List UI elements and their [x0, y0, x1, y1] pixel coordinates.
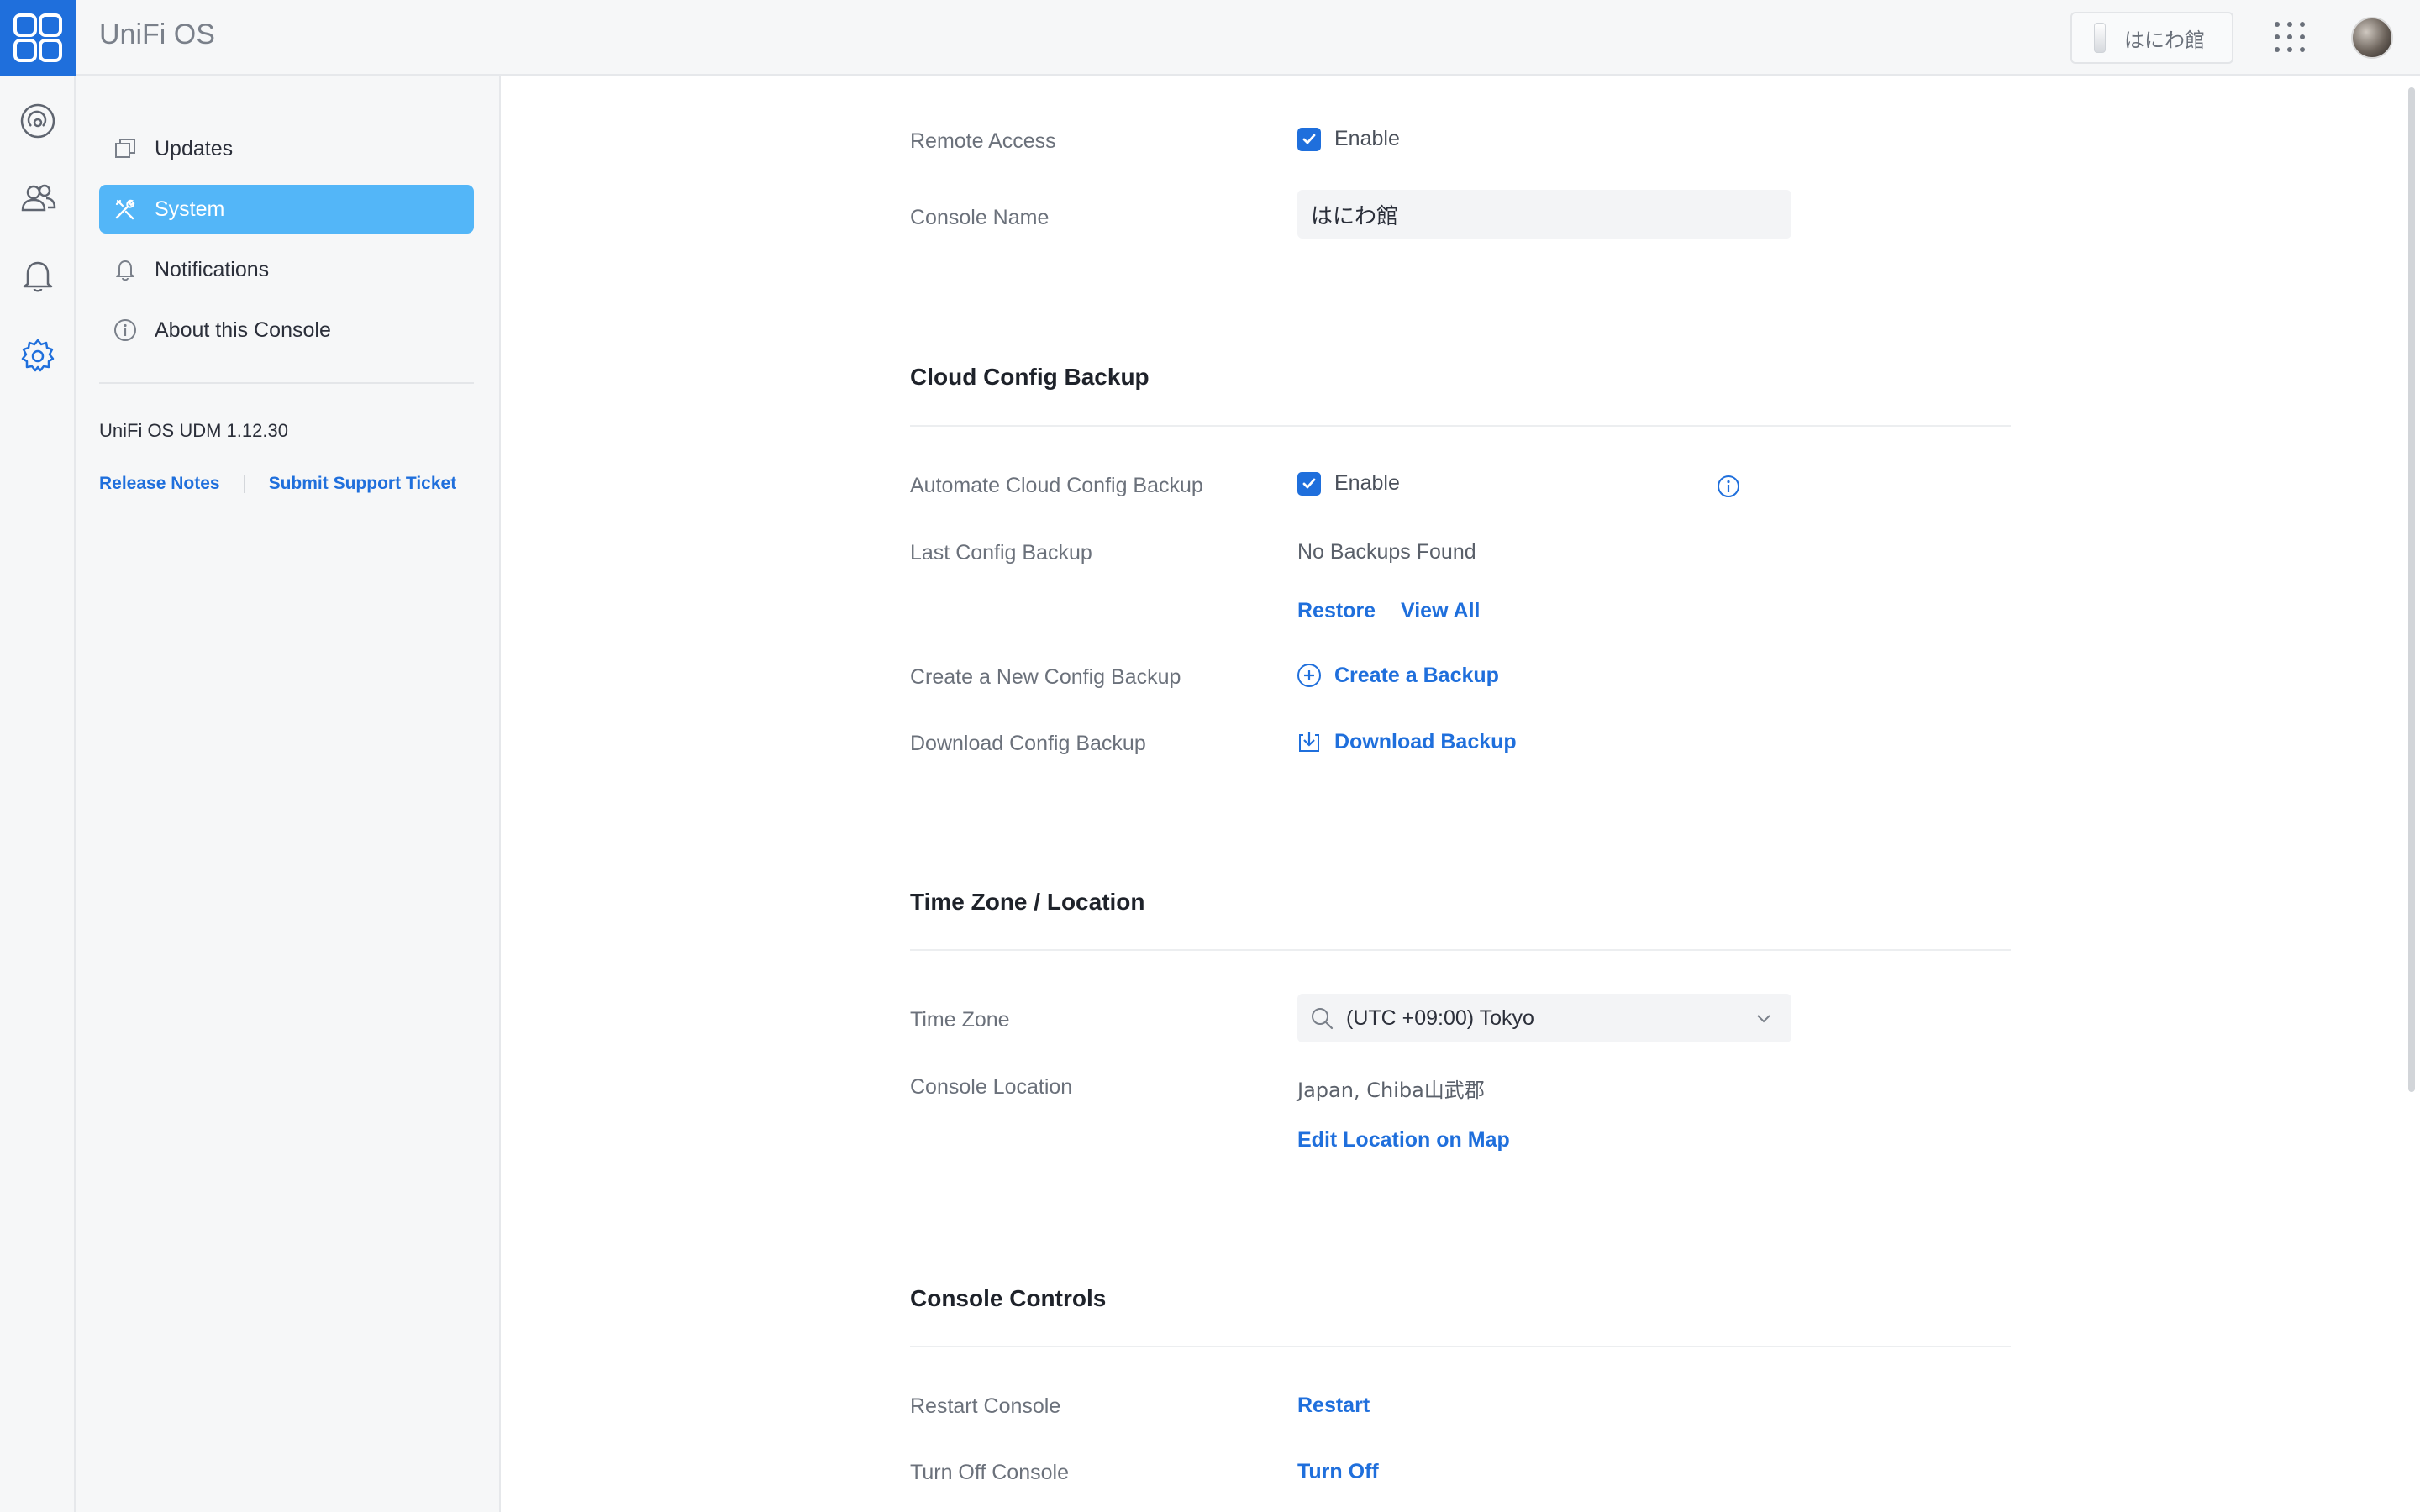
menu-item-label: About this Console — [155, 318, 331, 342]
timezone-value: (UTC +09:00) Tokyo — [1346, 1005, 1534, 1030]
restart-link[interactable]: Restart — [1297, 1394, 1370, 1418]
download-backup-button[interactable]: Download Backup — [1296, 728, 1517, 755]
menu-item-about[interactable]: About this Console — [99, 306, 474, 354]
users-icon[interactable] — [18, 178, 58, 218]
console-device-icon — [2094, 23, 2106, 53]
menu-item-notifications[interactable]: Notifications — [99, 245, 474, 294]
info-icon — [114, 319, 136, 341]
timezone-title: Time Zone / Location — [910, 889, 1145, 915]
section-divider — [910, 1346, 2011, 1347]
remote-access-checkbox-label: Enable — [1334, 127, 1400, 150]
create-backup-label-text: Create a Backup — [1334, 663, 1499, 687]
turn-off-link[interactable]: Turn Off — [1297, 1460, 1379, 1484]
checkmark-icon — [1302, 478, 1316, 488]
automate-backup-toggle[interactable]: Enable — [1297, 471, 1400, 496]
support-ticket-link[interactable]: Submit Support Ticket — [269, 474, 457, 494]
release-notes-link[interactable]: Release Notes — [99, 474, 220, 494]
menu-item-updates[interactable]: Updates — [99, 124, 474, 173]
chevron-down-icon — [1757, 1015, 1770, 1023]
restart-console-label: Restart Console — [910, 1394, 1061, 1418]
console-location-value: Japan, Chiba山武郡 — [1297, 1079, 1485, 1102]
console-name-label: Console Name — [910, 206, 1050, 229]
app-title: UniFi OS — [99, 18, 215, 50]
remote-access-checkbox[interactable] — [1297, 127, 1321, 151]
download-backup-label-text: Download Backup — [1334, 729, 1517, 753]
menu-item-system[interactable]: System — [99, 185, 474, 234]
checkmark-icon — [1302, 134, 1316, 144]
settings-menu: Updates System Notifications About this … — [76, 76, 501, 1512]
top-bar: UniFi OS はにわ館 — [0, 0, 2420, 76]
grid-logo-icon — [13, 13, 62, 62]
os-version: UniFi OS UDM 1.12.30 — [99, 420, 288, 441]
create-backup-label: Create a New Config Backup — [910, 665, 1181, 689]
icon-rail — [0, 76, 76, 1512]
last-backup-value: No Backups Found — [1297, 540, 1476, 564]
user-avatar[interactable] — [2351, 17, 2393, 59]
bell-icon — [116, 260, 134, 281]
bell-icon[interactable] — [18, 255, 58, 296]
gear-icon[interactable] — [18, 336, 58, 376]
console-selector-label: はにわ館 — [2124, 28, 2205, 52]
unifi-network-icon[interactable] — [18, 101, 58, 141]
section-divider — [910, 949, 2011, 951]
timezone-select[interactable]: (UTC +09:00) Tokyo — [1297, 994, 1791, 1042]
apps-grid-icon[interactable] — [2273, 20, 2307, 54]
timezone-label: Time Zone — [910, 1008, 1010, 1032]
automate-backup-label: Automate Cloud Config Backup — [910, 474, 1203, 497]
console-selector[interactable]: はにわ館 — [2070, 12, 2233, 64]
menu-item-label: Updates — [155, 136, 234, 160]
menu-links: Release Notes Submit Support Ticket — [99, 474, 456, 494]
plus-circle-icon — [1297, 664, 1321, 687]
section-divider — [910, 425, 2011, 427]
info-icon[interactable] — [1717, 475, 1740, 498]
edit-location-link[interactable]: Edit Location on Map — [1297, 1128, 1510, 1152]
search-icon — [1312, 1008, 1334, 1030]
console-controls-title: Console Controls — [910, 1285, 1107, 1311]
tools-icon — [115, 199, 135, 220]
system-settings-panel: Remote Access Enable Console Name Cloud … — [501, 76, 2420, 1512]
restore-link[interactable]: Restore — [1297, 599, 1376, 623]
menu-item-label: System — [155, 197, 225, 221]
updates-icon — [115, 139, 135, 158]
scrollbar[interactable] — [2408, 87, 2415, 1092]
menu-item-label: Notifications — [155, 257, 270, 281]
menu-divider — [99, 382, 474, 384]
cloud-backup-title: Cloud Config Backup — [910, 364, 1150, 390]
link-separator — [243, 475, 245, 493]
turn-off-console-label: Turn Off Console — [910, 1461, 1069, 1484]
view-all-link[interactable]: View All — [1401, 599, 1480, 623]
console-location-label: Console Location — [910, 1075, 1073, 1099]
automate-backup-checkbox[interactable] — [1297, 471, 1321, 496]
console-name-input[interactable] — [1297, 190, 1791, 239]
download-backup-label: Download Config Backup — [910, 732, 1146, 755]
create-backup-button[interactable]: Create a Backup — [1296, 662, 1499, 689]
remote-access-toggle[interactable]: Enable — [1297, 127, 1400, 151]
unifi-logo-button[interactable] — [0, 0, 76, 76]
automate-backup-checkbox-label: Enable — [1334, 471, 1400, 495]
remote-access-label: Remote Access — [910, 129, 1056, 153]
last-backup-label: Last Config Backup — [910, 541, 1092, 564]
download-icon — [1299, 732, 1319, 752]
